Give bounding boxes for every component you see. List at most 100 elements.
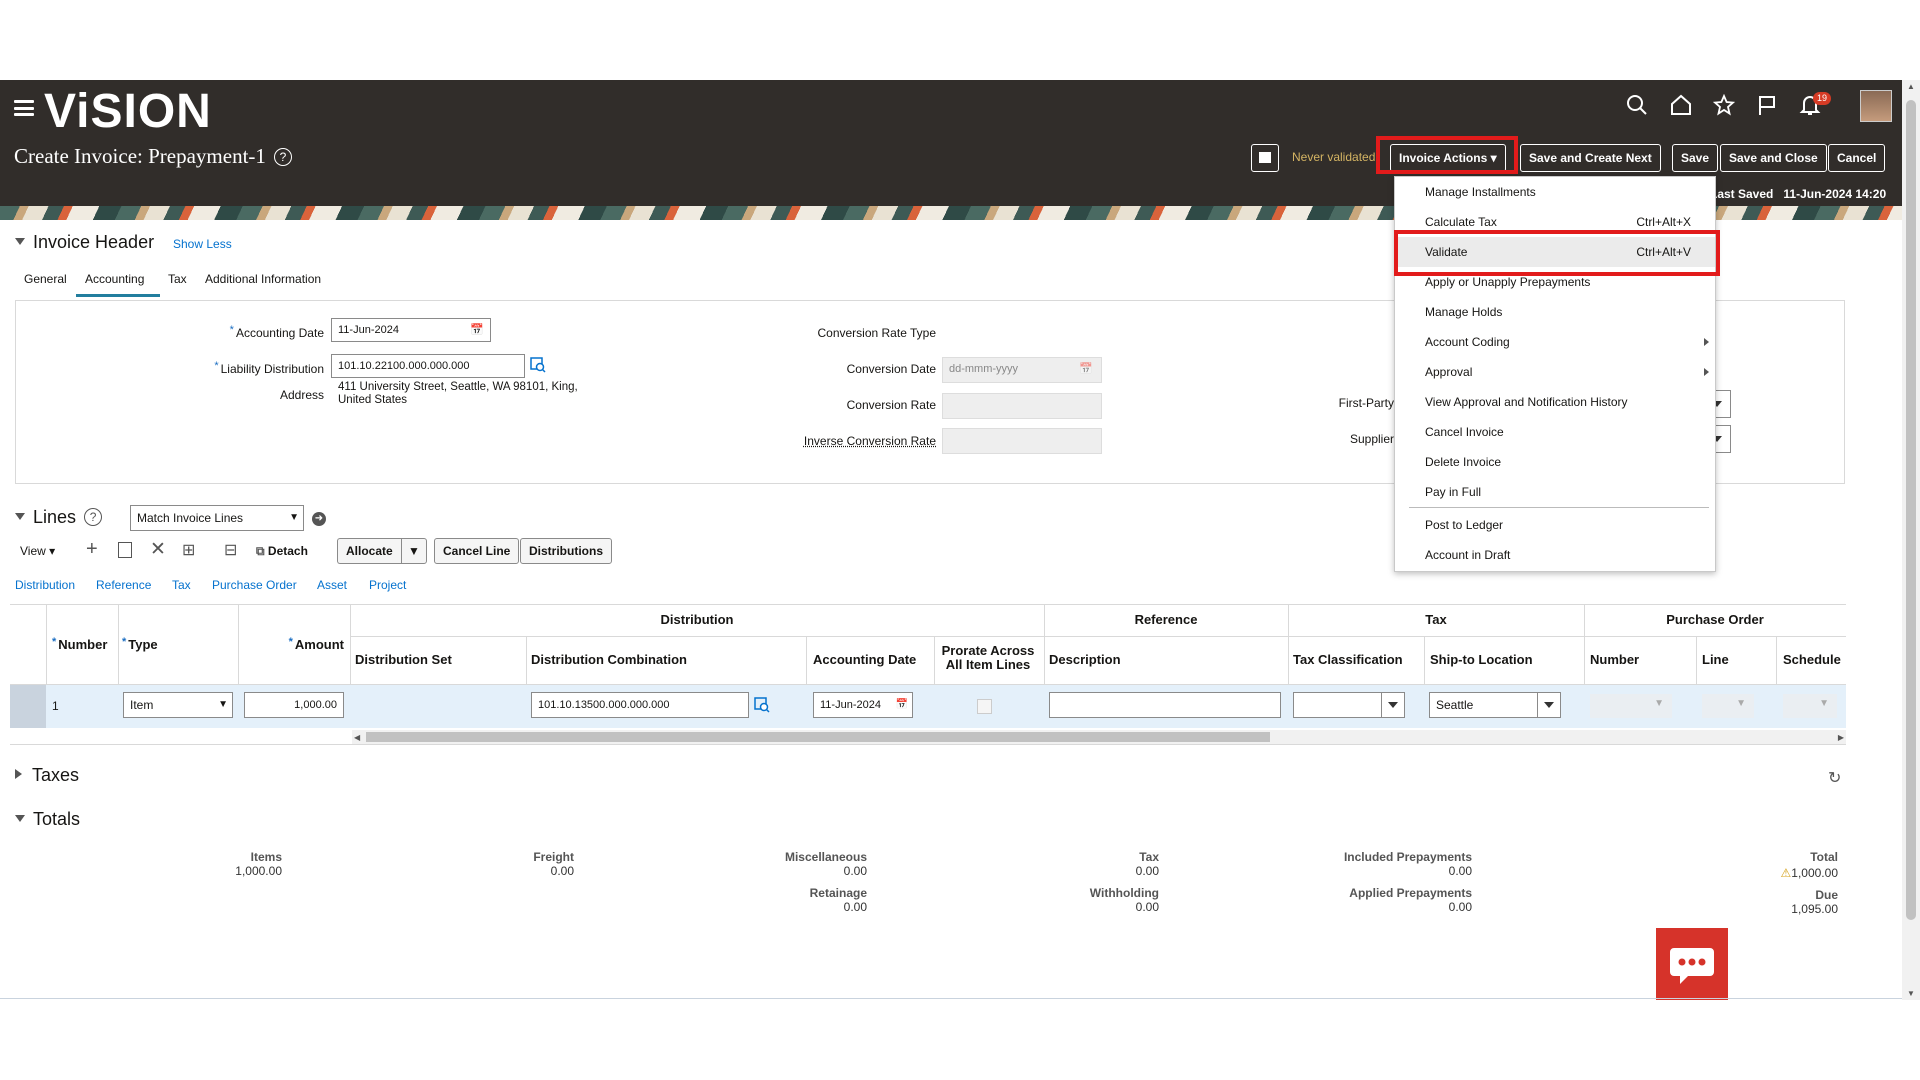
ship-to-location-select[interactable]: Seattle: [1429, 692, 1561, 718]
menu-item-delete-invoice[interactable]: Delete Invoice: [1395, 447, 1715, 477]
menu-icon[interactable]: [14, 100, 34, 116]
duplicate-icon[interactable]: [118, 542, 132, 558]
po-schedule-select[interactable]: ▼: [1783, 694, 1837, 718]
delete-icon[interactable]: ✕: [150, 538, 166, 561]
col-po-number[interactable]: Number: [1590, 652, 1639, 667]
menu-item-manage-holds[interactable]: Manage Holds: [1395, 297, 1715, 327]
col-amount[interactable]: * Amount: [240, 636, 344, 652]
taxes-title[interactable]: Taxes: [15, 765, 79, 786]
distribution-combination-input[interactable]: 101.10.13500.000.000.000: [531, 692, 749, 718]
scroll-up-icon[interactable]: ▲: [1907, 82, 1915, 91]
prorate-checkbox[interactable]: [977, 699, 992, 714]
menu-item-approval[interactable]: Approval: [1395, 357, 1715, 387]
menu-item-manage-installments[interactable]: Manage Installments: [1395, 177, 1715, 207]
freeze-icon[interactable]: ⊟: [224, 540, 237, 560]
subtab-tax[interactable]: Tax: [172, 578, 191, 592]
refresh-icon[interactable]: ↻: [1828, 768, 1841, 788]
line-accounting-date-input[interactable]: 11-Jun-2024 📅: [813, 692, 913, 718]
go-arrow-icon[interactable]: ➜: [312, 512, 326, 526]
tab-accounting[interactable]: Accounting: [85, 272, 144, 286]
calendar-icon[interactable]: 📅: [896, 693, 908, 717]
totals-title[interactable]: Totals: [15, 809, 80, 830]
liability-distribution-input[interactable]: 101.10.22100.000.000.000: [331, 354, 525, 378]
subtab-project[interactable]: Project: [369, 578, 406, 592]
col-distribution-combination[interactable]: Distribution Combination: [531, 652, 687, 667]
conversion-rate-input[interactable]: [942, 393, 1102, 419]
tab-general[interactable]: General: [24, 272, 67, 286]
menu-item-view-approval-history[interactable]: View Approval and Notification History: [1395, 387, 1715, 417]
subtab-reference[interactable]: Reference: [96, 578, 151, 592]
save-create-next-button[interactable]: Save and Create Next: [1520, 144, 1661, 172]
account-search-icon[interactable]: [530, 357, 546, 378]
type-select[interactable]: Item ▼: [123, 692, 233, 718]
save-button[interactable]: Save: [1672, 144, 1719, 172]
vertical-scrollbar[interactable]: ▲ ▼: [1902, 80, 1920, 1000]
distributions-button[interactable]: Distributions: [520, 538, 612, 564]
menu-item-account-in-draft[interactable]: Account in Draft: [1395, 540, 1715, 570]
col-tax-classification[interactable]: Tax Classification: [1293, 652, 1403, 667]
validation-status: Never validated: [1292, 150, 1376, 164]
col-po-line[interactable]: Line: [1702, 652, 1729, 667]
scroll-left-icon[interactable]: ◀: [354, 733, 360, 742]
menu-item-post-to-ledger[interactable]: Post to Ledger: [1395, 510, 1715, 540]
help-icon[interactable]: ?: [273, 148, 292, 166]
notifications-bell-icon[interactable]: 19: [1795, 92, 1831, 124]
col-accounting-date[interactable]: Accounting Date: [813, 652, 916, 667]
favorites-star-icon[interactable]: [1709, 93, 1739, 124]
user-avatar[interactable]: [1860, 90, 1892, 122]
inverse-conversion-rate-input[interactable]: [942, 428, 1102, 454]
scroll-down-icon[interactable]: ▼: [1907, 989, 1915, 998]
scrollbar-thumb[interactable]: [366, 732, 1270, 742]
conversion-date-input[interactable]: dd-mmm-yyyy 📅: [942, 357, 1102, 383]
chat-button[interactable]: [1656, 928, 1728, 1000]
amount-input[interactable]: 1,000.00: [244, 692, 344, 718]
chevron-down-icon: ▼: [1819, 698, 1829, 709]
menu-item-account-coding[interactable]: Account Coding: [1395, 327, 1715, 357]
po-number-select[interactable]: ▼: [1590, 694, 1672, 718]
col-po-schedule[interactable]: Schedule: [1783, 652, 1841, 667]
split-icon[interactable]: ⊞: [182, 540, 195, 560]
inverse-conversion-rate-label[interactable]: Inverse Conversion Rate: [700, 434, 936, 448]
search-icon[interactable]: [1622, 94, 1652, 124]
subtab-purchase-order[interactable]: Purchase Order: [212, 578, 297, 592]
tab-tax[interactable]: Tax: [168, 272, 187, 286]
lines-title[interactable]: Lines?: [15, 507, 103, 528]
help-icon[interactable]: ?: [84, 508, 103, 526]
calendar-icon[interactable]: 📅: [470, 319, 484, 341]
subtab-asset[interactable]: Asset: [317, 578, 347, 592]
col-number[interactable]: * Number: [52, 636, 107, 652]
sidebar-toggle-button[interactable]: [1251, 144, 1279, 172]
col-description[interactable]: Description: [1049, 652, 1121, 667]
show-less-link[interactable]: Show Less: [173, 237, 232, 251]
warning-icon[interactable]: ⚠: [1781, 866, 1792, 880]
scrollbar-thumb[interactable]: [1906, 100, 1916, 920]
col-prorate[interactable]: Prorate Across All Item Lines: [936, 644, 1040, 672]
menu-item-pay-in-full[interactable]: Pay in Full: [1395, 477, 1715, 507]
col-distribution-set[interactable]: Distribution Set: [355, 652, 452, 667]
scroll-right-icon[interactable]: ▶: [1838, 733, 1844, 742]
detach-button[interactable]: ⧉ Detach: [256, 544, 308, 559]
invoice-header-title[interactable]: Invoice Header: [15, 232, 154, 253]
horizontal-scrollbar[interactable]: ◀ ▶: [352, 730, 1846, 744]
menu-item-cancel-invoice[interactable]: Cancel Invoice: [1395, 417, 1715, 447]
allocate-menu-button[interactable]: ▼: [401, 538, 427, 564]
tab-additional-information[interactable]: Additional Information: [205, 272, 321, 286]
tax-classification-select[interactable]: [1293, 692, 1405, 718]
allocate-button[interactable]: Allocate: [337, 538, 401, 564]
cancel-line-button[interactable]: Cancel Line: [434, 538, 520, 564]
description-input[interactable]: [1049, 692, 1281, 718]
flag-icon[interactable]: [1752, 94, 1782, 124]
home-icon[interactable]: [1666, 94, 1696, 124]
account-search-icon[interactable]: [754, 697, 770, 718]
po-line-select[interactable]: ▼: [1702, 694, 1754, 718]
row-selector[interactable]: [10, 685, 46, 728]
accounting-date-input[interactable]: 11-Jun-2024 📅: [331, 318, 491, 342]
save-close-button[interactable]: Save and Close: [1720, 144, 1827, 172]
match-invoice-lines-select[interactable]: Match Invoice Lines ▼: [130, 505, 304, 531]
col-ship-to-location[interactable]: Ship-to Location: [1430, 652, 1533, 667]
col-type[interactable]: * Type: [122, 636, 158, 652]
add-icon[interactable]: +: [86, 538, 98, 561]
view-menu[interactable]: View ▾: [20, 544, 55, 558]
subtab-distribution[interactable]: Distribution: [15, 578, 75, 592]
cancel-button[interactable]: Cancel: [1828, 144, 1886, 172]
